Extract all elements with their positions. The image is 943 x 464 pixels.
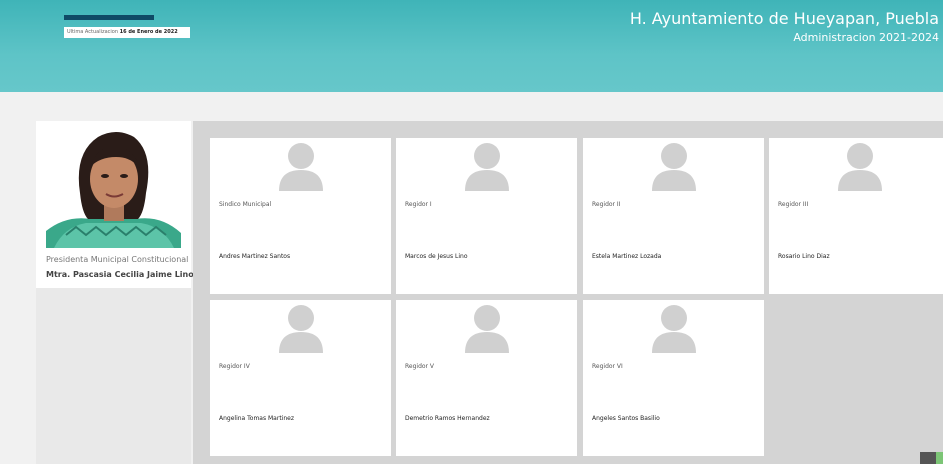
member-name: Andres Martinez Santos bbox=[219, 253, 291, 260]
person-placeholder-icon bbox=[465, 305, 509, 353]
member-name: Estela Martinez Lozada bbox=[592, 253, 662, 260]
member-role: Regidor III bbox=[778, 201, 809, 208]
person-placeholder-icon bbox=[279, 143, 323, 191]
logo-bar bbox=[64, 15, 154, 20]
president-card: Presidenta Municipal Constitucional Mtra… bbox=[36, 121, 194, 288]
member-name: Demetrio Ramos Hernandez bbox=[405, 415, 490, 422]
site-title: H. Ayuntamiento de Hueyapan, Puebla bbox=[629, 9, 939, 28]
member-card: Regidor V Demetrio Ramos Hernandez bbox=[396, 300, 577, 456]
member-card: Regidor II Estela Martinez Lozada bbox=[583, 138, 764, 294]
president-role: Presidenta Municipal Constitucional bbox=[46, 255, 189, 264]
member-card: Regidor VI Angeles Santos Basilio bbox=[583, 300, 764, 456]
update-date: 16 de Enero de 2022 bbox=[119, 29, 178, 35]
member-role: Regidor I bbox=[405, 201, 432, 208]
person-placeholder-icon bbox=[652, 305, 696, 353]
scroll-to-top-icon[interactable] bbox=[920, 452, 943, 464]
member-name: Rosario Lino Diaz bbox=[778, 253, 830, 260]
person-placeholder-icon bbox=[279, 305, 323, 353]
member-role: Sindico Municipal bbox=[219, 201, 272, 208]
member-name: Angeles Santos Basilio bbox=[592, 415, 660, 422]
member-name: Angelina Tomas Martinez bbox=[219, 415, 294, 422]
member-role: Regidor VI bbox=[592, 363, 623, 370]
member-role: Regidor IV bbox=[219, 363, 250, 370]
member-card: Sindico Municipal Andres Martinez Santos bbox=[210, 138, 391, 294]
update-label: Ultima Actualizacion bbox=[67, 29, 119, 35]
person-placeholder-icon bbox=[465, 143, 509, 191]
member-card: Regidor III Rosario Lino Diaz bbox=[769, 138, 943, 294]
president-portrait bbox=[46, 123, 181, 248]
last-update-label: Ultima Actualizacion 16 de Enero de 2022 bbox=[64, 27, 190, 38]
member-card: Regidor IV Angelina Tomas Martinez bbox=[210, 300, 391, 456]
scroll-to-top-accent bbox=[936, 452, 943, 464]
president-name: Mtra. Pascasia Cecilia Jaime Lino bbox=[46, 270, 194, 279]
member-card: Regidor I Marcos de Jesus Lino bbox=[396, 138, 577, 294]
member-role: Regidor II bbox=[592, 201, 621, 208]
member-role: Regidor V bbox=[405, 363, 435, 370]
left-column-fill bbox=[36, 288, 191, 464]
member-name: Marcos de Jesus Lino bbox=[405, 253, 468, 260]
site-subtitle: Administracion 2021-2024 bbox=[793, 31, 939, 44]
person-placeholder-icon bbox=[652, 143, 696, 191]
person-placeholder-icon bbox=[838, 143, 882, 191]
site-header: Ultima Actualizacion 16 de Enero de 2022… bbox=[0, 0, 943, 92]
